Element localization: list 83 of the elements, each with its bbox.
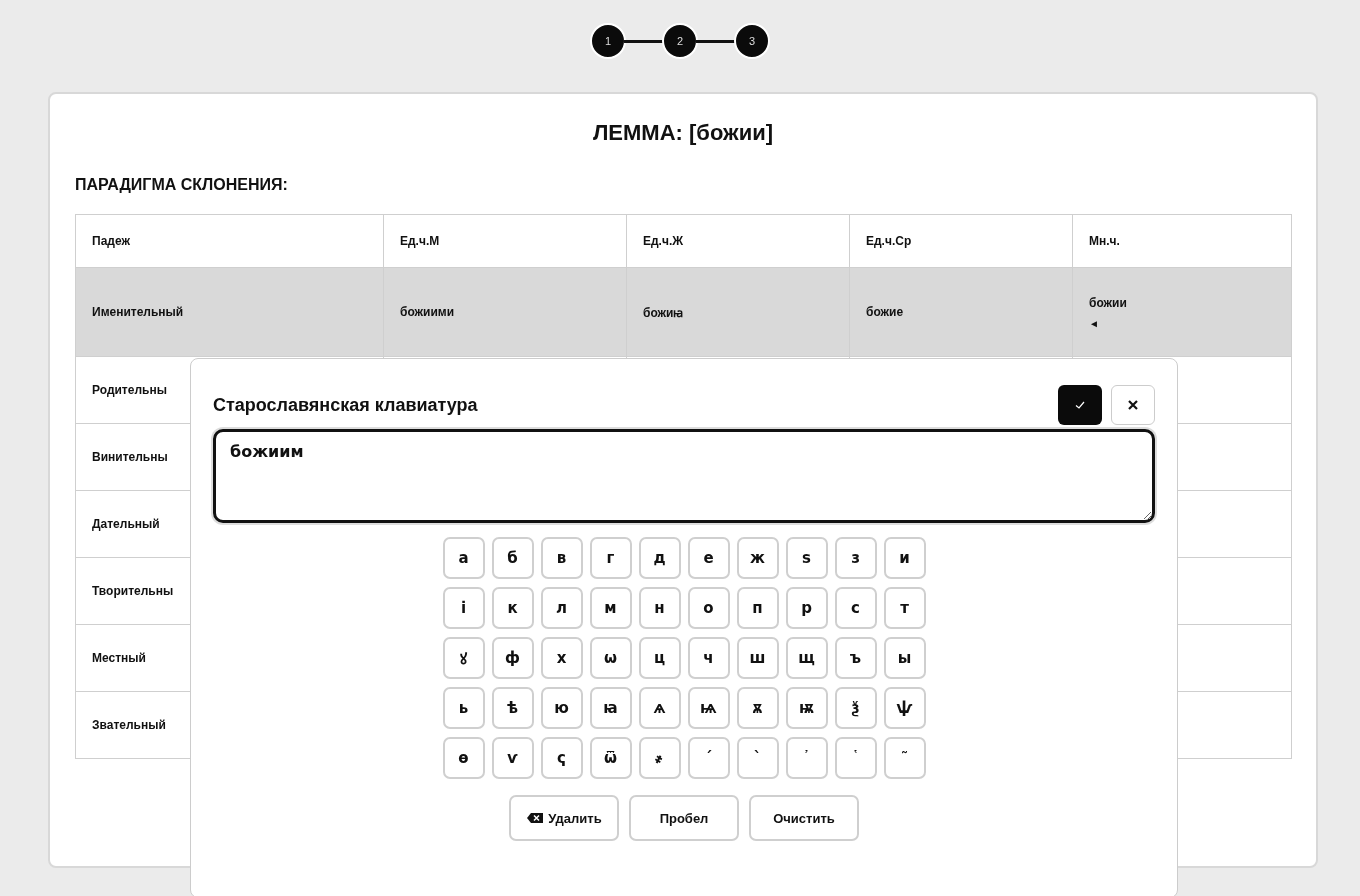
letter-key[interactable]: ˜ xyxy=(883,737,926,779)
step-circle: 1 xyxy=(590,23,626,59)
letter-key[interactable]: ѩ xyxy=(687,687,730,729)
delete-button[interactable]: Удалить xyxy=(509,795,619,841)
table-cell: божии xyxy=(1089,295,1127,310)
confirm-button[interactable] xyxy=(1058,385,1102,425)
letter-key[interactable]: ѱ xyxy=(883,687,926,729)
column-header: Падеж xyxy=(75,214,384,268)
table-cell: Дательный xyxy=(92,517,160,531)
step-circle: 3 xyxy=(734,23,770,59)
letter-key[interactable]: а xyxy=(442,537,485,579)
letter-key[interactable]: і xyxy=(442,587,485,629)
letter-key[interactable]: н xyxy=(638,587,681,629)
letter-key[interactable]: ῾ xyxy=(834,737,877,779)
letter-key[interactable]: о xyxy=(687,587,730,629)
column-header: Мн.ч. xyxy=(1072,214,1292,268)
letter-key[interactable]: ꙋ xyxy=(442,637,485,679)
table-cell: Местный xyxy=(92,651,146,665)
letter-key[interactable]: д xyxy=(638,537,681,579)
table-cell: Именительный xyxy=(92,305,184,319)
table-cell: Звательный xyxy=(92,718,166,732)
letter-key[interactable]: ц xyxy=(638,637,681,679)
letter-key[interactable]: ѡ xyxy=(589,637,632,679)
letter-key[interactable]: р xyxy=(785,587,828,629)
step-circle: 2 xyxy=(662,23,698,59)
letter-key[interactable]: ѫ xyxy=(736,687,779,729)
letter-key[interactable]: ь xyxy=(442,687,485,729)
letter-key[interactable]: щ xyxy=(785,637,828,679)
letter-key[interactable]: ѣ xyxy=(491,687,534,729)
letter-key[interactable]: з xyxy=(834,537,877,579)
letter-key[interactable]: к xyxy=(491,587,534,629)
marker-arrow: ◄ xyxy=(1089,317,1100,329)
table-cell: Винительны xyxy=(92,450,168,464)
backspace-icon xyxy=(526,812,545,824)
table-cell: божиꙗ xyxy=(643,305,684,320)
letter-key[interactable]: ѭ xyxy=(785,687,828,729)
letter-key[interactable]: ы xyxy=(883,637,926,679)
close-icon xyxy=(1127,399,1139,411)
column-header: Ед.ч.Ср xyxy=(849,214,1073,268)
clear-button[interactable]: Очистить xyxy=(749,795,859,841)
letter-key[interactable]: п xyxy=(736,587,779,629)
check-icon xyxy=(1074,399,1086,411)
lemma-title: ЛЕММА: [божии] xyxy=(591,120,775,146)
letter-key[interactable]: л xyxy=(540,587,583,629)
letter-key[interactable]: х xyxy=(540,637,583,679)
letter-key[interactable]: ` xyxy=(736,737,779,779)
table-cell: божие xyxy=(866,305,904,319)
letter-key[interactable]: ч xyxy=(687,637,730,679)
letter-key[interactable]: в xyxy=(540,537,583,579)
close-button[interactable] xyxy=(1111,385,1155,425)
text-input-field[interactable]: божиим xyxy=(213,429,1155,523)
letter-key[interactable]: ѕ xyxy=(785,537,828,579)
table-cell: Родительны xyxy=(92,383,167,397)
dialog-title: Старославянская клавиатура xyxy=(213,394,478,416)
letter-key[interactable]: ѯ xyxy=(834,687,877,729)
letter-key[interactable]: и xyxy=(883,537,926,579)
section-heading: ПАРАДИГМА СКЛОНЕНИЯ: xyxy=(75,176,289,194)
letter-key[interactable]: ѵ xyxy=(491,737,534,779)
letter-key[interactable]: ҂ xyxy=(638,737,681,779)
space-button[interactable]: Пробел xyxy=(629,795,739,841)
letter-key[interactable]: т xyxy=(883,587,926,629)
column-header: Ед.ч.М xyxy=(383,214,627,268)
letter-key[interactable]: б xyxy=(491,537,534,579)
table-cell: Творительны xyxy=(92,584,174,598)
letter-key[interactable]: ѳ xyxy=(442,737,485,779)
letter-key[interactable]: м xyxy=(589,587,632,629)
column-header: Ед.ч.Ж xyxy=(626,214,850,268)
letter-key[interactable]: ж xyxy=(736,537,779,579)
letter-key[interactable]: ѿ xyxy=(589,737,632,779)
letter-key[interactable]: г xyxy=(589,537,632,579)
letter-key[interactable]: ъ xyxy=(834,637,877,679)
letter-key[interactable]: ꙗ xyxy=(589,687,632,729)
table-row[interactable]: Именительный божиими божиꙗ божие божии ◄ xyxy=(75,267,1292,357)
letter-key[interactable]: ѧ xyxy=(638,687,681,729)
letter-key[interactable]: е xyxy=(687,537,730,579)
letter-key[interactable]: ю xyxy=(540,687,583,729)
letter-key[interactable]: ᾿ xyxy=(785,737,828,779)
letter-key[interactable]: ´ xyxy=(687,737,730,779)
letter-key[interactable]: ш xyxy=(736,637,779,679)
table-cell: божиими xyxy=(400,305,455,319)
letter-key[interactable]: ҁ xyxy=(540,737,583,779)
letter-key[interactable]: ф xyxy=(491,637,534,679)
letter-key[interactable]: с xyxy=(834,587,877,629)
